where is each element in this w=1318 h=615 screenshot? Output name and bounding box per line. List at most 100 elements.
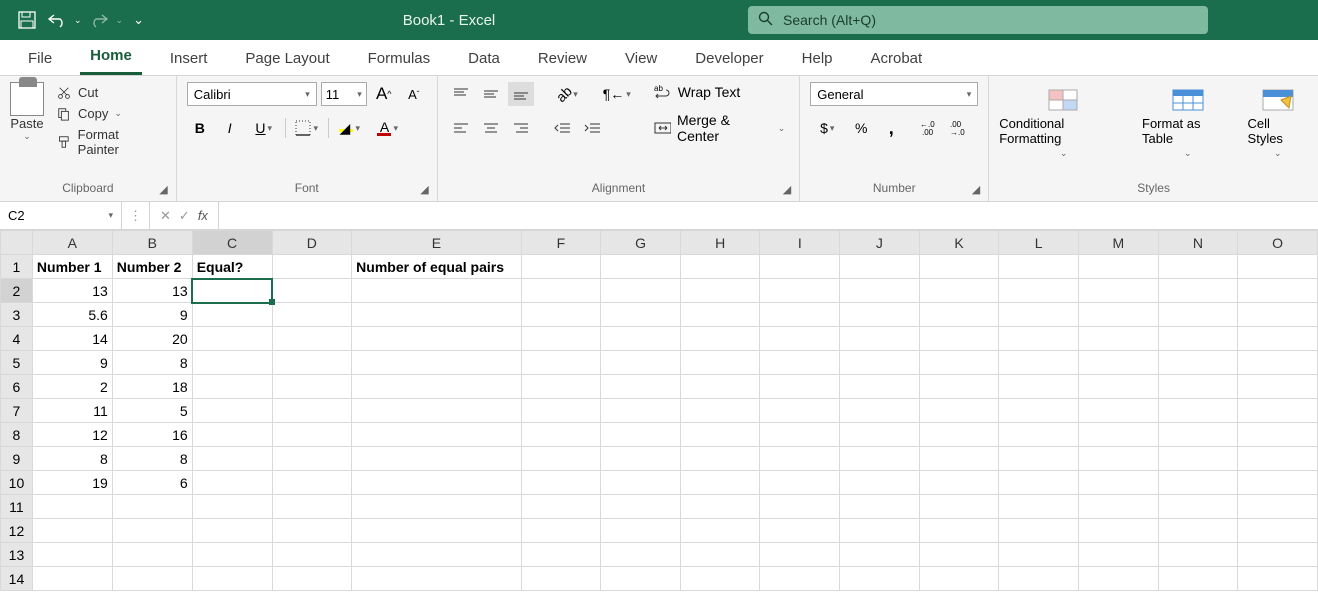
cell-E6[interactable] xyxy=(352,375,521,399)
cell-O4[interactable] xyxy=(1238,327,1318,351)
cell-N3[interactable] xyxy=(1158,303,1238,327)
cell-N1[interactable] xyxy=(1158,255,1238,279)
decrease-decimal-button[interactable]: .00→.0 xyxy=(948,116,974,140)
cell-M3[interactable] xyxy=(1078,303,1158,327)
formula-input[interactable] xyxy=(219,202,1318,229)
cell-N13[interactable] xyxy=(1158,543,1238,567)
cell-G5[interactable] xyxy=(601,351,681,375)
redo-caret-icon[interactable]: ⌄ xyxy=(116,15,124,26)
cell-I7[interactable] xyxy=(760,399,840,423)
cell-J5[interactable] xyxy=(840,351,920,375)
cell-E13[interactable] xyxy=(352,543,521,567)
cell-K14[interactable] xyxy=(919,567,999,591)
cell-B13[interactable] xyxy=(112,543,192,567)
cell-I4[interactable] xyxy=(760,327,840,351)
row-header-6[interactable]: 6 xyxy=(1,375,33,399)
cell-H13[interactable] xyxy=(680,543,760,567)
cell-C7[interactable] xyxy=(192,399,272,423)
cell-J9[interactable] xyxy=(840,447,920,471)
cell-K11[interactable] xyxy=(919,495,999,519)
cell-A13[interactable] xyxy=(32,543,112,567)
cell-L9[interactable] xyxy=(999,447,1079,471)
col-header-F[interactable]: F xyxy=(521,231,601,255)
cell-I6[interactable] xyxy=(760,375,840,399)
cell-I9[interactable] xyxy=(760,447,840,471)
cell-F11[interactable] xyxy=(521,495,601,519)
cell-D2[interactable] xyxy=(272,279,352,303)
cell-B5[interactable]: 8 xyxy=(112,351,192,375)
tab-page-layout[interactable]: Page Layout xyxy=(235,44,339,75)
cell-I5[interactable] xyxy=(760,351,840,375)
cell-G3[interactable] xyxy=(601,303,681,327)
cell-F7[interactable] xyxy=(521,399,601,423)
cell-A8[interactable]: 12 xyxy=(32,423,112,447)
align-left-button[interactable] xyxy=(448,116,474,140)
cell-D4[interactable] xyxy=(272,327,352,351)
cell-J7[interactable] xyxy=(840,399,920,423)
align-bottom-button[interactable] xyxy=(508,82,534,106)
cell-A1[interactable]: Number 1 xyxy=(32,255,112,279)
cell-K7[interactable] xyxy=(919,399,999,423)
cell-N14[interactable] xyxy=(1158,567,1238,591)
row-header-2[interactable]: 2 xyxy=(1,279,33,303)
cell-M6[interactable] xyxy=(1078,375,1158,399)
cell-F5[interactable] xyxy=(521,351,601,375)
cell-F14[interactable] xyxy=(521,567,601,591)
cell-N10[interactable] xyxy=(1158,471,1238,495)
align-top-button[interactable] xyxy=(448,82,474,106)
cell-D10[interactable] xyxy=(272,471,352,495)
cell-H11[interactable] xyxy=(680,495,760,519)
row-header-3[interactable]: 3 xyxy=(1,303,33,327)
row-header-8[interactable]: 8 xyxy=(1,423,33,447)
fill-color-button[interactable]: ◢▾ xyxy=(333,116,367,140)
cell-D5[interactable] xyxy=(272,351,352,375)
cell-C9[interactable] xyxy=(192,447,272,471)
clipboard-launcher-icon[interactable]: ◢ xyxy=(159,183,167,196)
paste-caret-icon[interactable]: ⌄ xyxy=(23,131,31,142)
wrap-text-button[interactable]: ab Wrap Text xyxy=(650,82,789,102)
cell-B14[interactable] xyxy=(112,567,192,591)
format-as-table-button[interactable]: Format as Table⌄ xyxy=(1142,86,1234,159)
cell-A4[interactable]: 14 xyxy=(32,327,112,351)
row-header-1[interactable]: 1 xyxy=(1,255,33,279)
cell-A14[interactable] xyxy=(32,567,112,591)
cell-J12[interactable] xyxy=(840,519,920,543)
cell-E7[interactable] xyxy=(352,399,521,423)
cell-C8[interactable] xyxy=(192,423,272,447)
col-header-K[interactable]: K xyxy=(919,231,999,255)
cell-K6[interactable] xyxy=(919,375,999,399)
cell-O5[interactable] xyxy=(1238,351,1318,375)
cell-H2[interactable] xyxy=(680,279,760,303)
cell-M10[interactable] xyxy=(1078,471,1158,495)
cell-I8[interactable] xyxy=(760,423,840,447)
cell-L10[interactable] xyxy=(999,471,1079,495)
cell-J2[interactable] xyxy=(840,279,920,303)
cell-K3[interactable] xyxy=(919,303,999,327)
cell-B10[interactable]: 6 xyxy=(112,471,192,495)
conditional-formatting-button[interactable]: Conditional Formatting⌄ xyxy=(999,86,1128,159)
cell-D8[interactable] xyxy=(272,423,352,447)
row-header-10[interactable]: 10 xyxy=(1,471,33,495)
cell-L4[interactable] xyxy=(999,327,1079,351)
undo-caret-icon[interactable]: ⌄ xyxy=(74,15,82,26)
col-header-I[interactable]: I xyxy=(760,231,840,255)
cell-M4[interactable] xyxy=(1078,327,1158,351)
cell-N2[interactable] xyxy=(1158,279,1238,303)
cell-M2[interactable] xyxy=(1078,279,1158,303)
cell-H1[interactable] xyxy=(680,255,760,279)
tab-developer[interactable]: Developer xyxy=(685,44,773,75)
cell-M11[interactable] xyxy=(1078,495,1158,519)
col-header-C[interactable]: C xyxy=(192,231,272,255)
tab-acrobat[interactable]: Acrobat xyxy=(861,44,933,75)
cell-D3[interactable] xyxy=(272,303,352,327)
search-box[interactable] xyxy=(748,6,1208,34)
tab-review[interactable]: Review xyxy=(528,44,597,75)
cell-L7[interactable] xyxy=(999,399,1079,423)
increase-decimal-button[interactable]: ←.0.00 xyxy=(918,116,944,140)
cell-A2[interactable]: 13 xyxy=(32,279,112,303)
cell-G7[interactable] xyxy=(601,399,681,423)
italic-button[interactable]: I xyxy=(217,116,243,140)
cell-E8[interactable] xyxy=(352,423,521,447)
name-box[interactable]: C2▾ xyxy=(0,202,122,229)
cell-C2[interactable] xyxy=(192,279,272,303)
